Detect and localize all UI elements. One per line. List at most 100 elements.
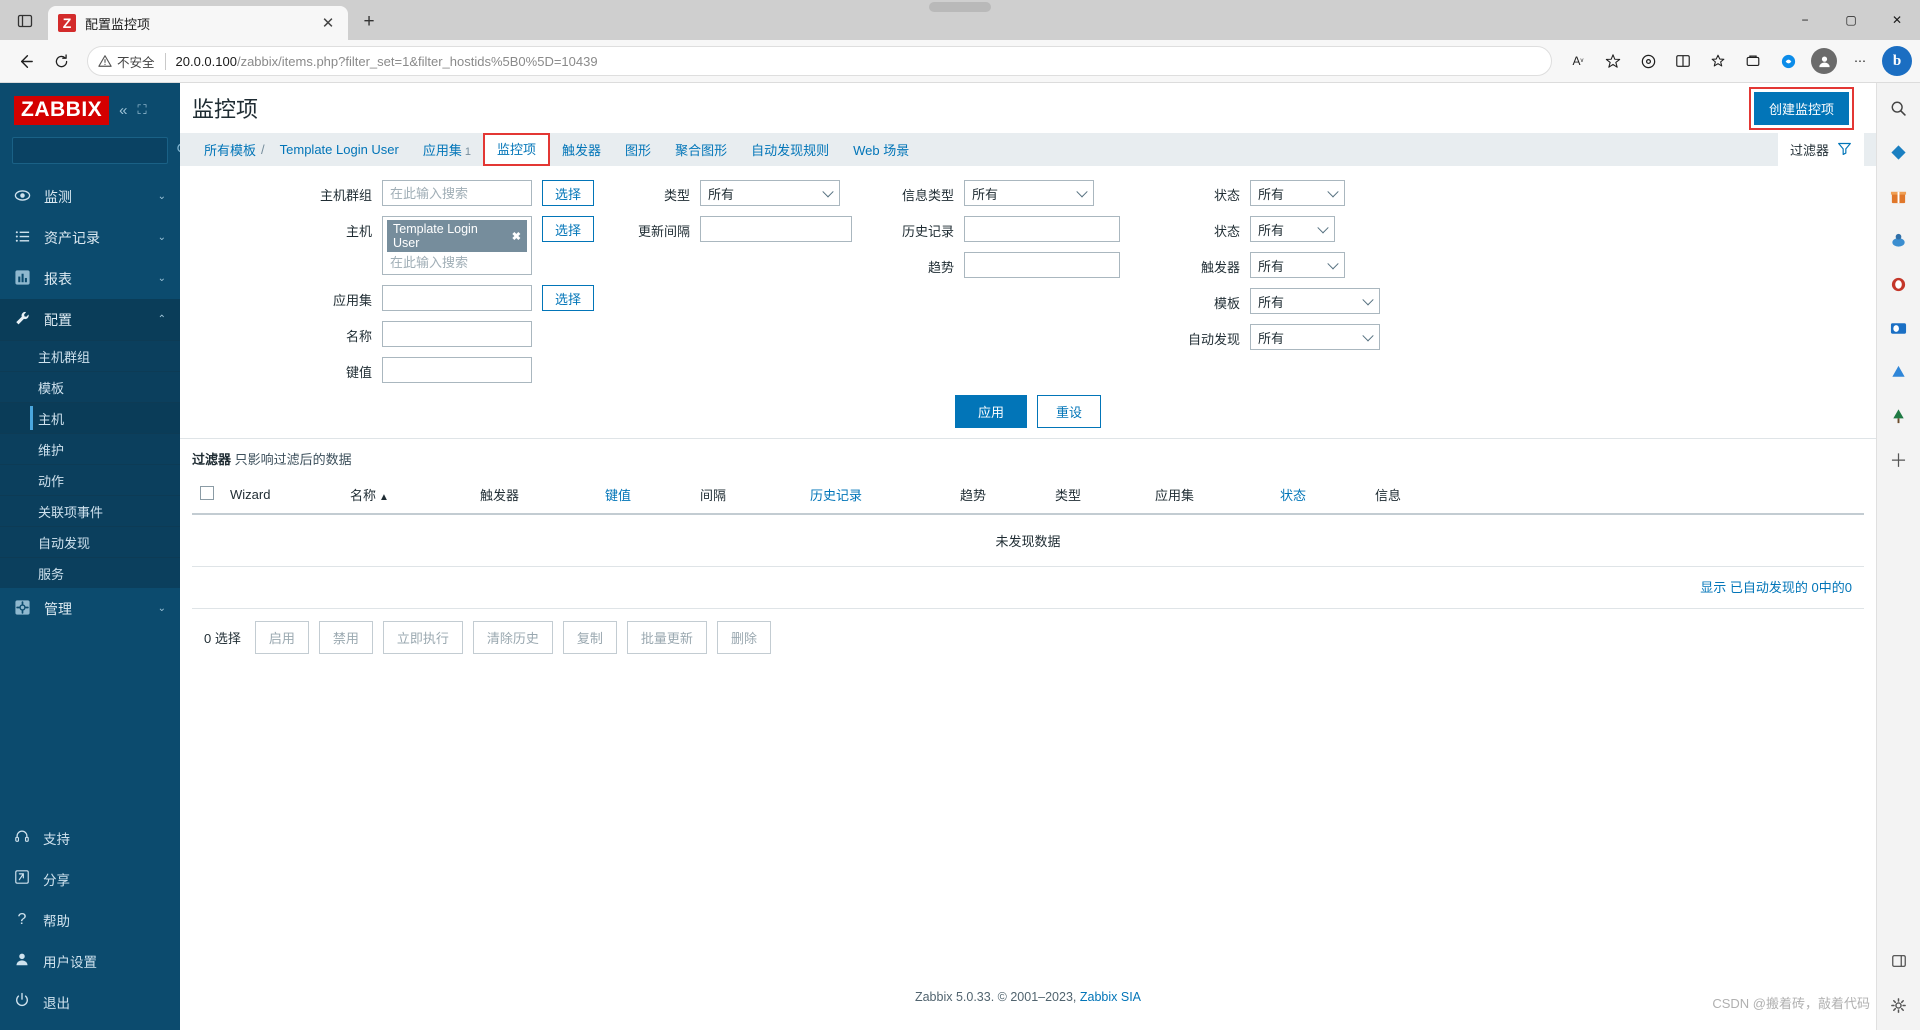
games-icon[interactable] [1884,225,1914,255]
address-bar[interactable]: 不安全 20.0.0.100/zabbix/items.php?filter_s… [87,46,1552,76]
tab-actions-icon[interactable] [8,6,42,36]
select-all-checkbox[interactable] [200,486,214,500]
rail-settings-icon[interactable] [1884,990,1914,1020]
name-input[interactable] [382,321,532,347]
sidebar-subitem-templates[interactable]: 模板 [0,371,180,402]
reset-button[interactable]: 重设 [1037,395,1102,428]
favorite-star-icon[interactable] [1596,44,1630,78]
minimize-icon[interactable]: − [1782,0,1828,40]
copy-button[interactable]: 复制 [562,621,617,654]
back-icon[interactable] [8,44,42,78]
chevron-double-left-icon[interactable]: « [119,102,127,119]
sidebar-item-administration[interactable]: 管理 ⌄ [0,588,180,629]
sidebar-search[interactable] [12,137,189,164]
extensions-icon[interactable] [1631,44,1665,78]
tab-graphs[interactable]: 图形 [613,140,663,159]
disable-button[interactable]: 禁用 [318,621,373,654]
search-icon[interactable] [1884,93,1914,123]
host-groups-multiselect[interactable] [382,180,532,206]
profile-avatar[interactable] [1811,48,1837,74]
tab-discovery-rules[interactable]: 自动发现规则 [739,140,841,159]
maximize-icon[interactable]: ▢ [1828,0,1874,40]
breadcrumb-template-name[interactable]: Template Login User [268,142,411,157]
shopping-icon[interactable] [1884,137,1914,167]
sidebar-item-signout[interactable]: 退出 [0,981,180,1022]
sidebar-subitem-services[interactable]: 服务 [0,557,180,588]
delete-button[interactable]: 删除 [716,621,771,654]
expand-icon[interactable]: ⛶ [138,102,147,118]
type-select[interactable]: 所有 [700,180,840,206]
hosts-multiselect[interactable]: Template Login User ✖ [382,216,532,275]
host-chip[interactable]: Template Login User ✖ [387,220,527,252]
host-groups-select-button[interactable]: 选择 [542,180,594,206]
security-indicator[interactable]: 不安全 [98,52,155,71]
browser-tab[interactable]: Z 配置监控项 ✕ [48,6,348,40]
sidebar-item-user-settings[interactable]: 用户设置 [0,940,180,981]
sidebar-item-monitoring[interactable]: 监测 ⌄ [0,176,180,217]
window-close-icon[interactable]: ✕ [1874,0,1920,40]
settings-more-icon[interactable]: ⋯ [1843,44,1877,78]
execute-now-button[interactable]: 立即执行 [382,621,463,654]
split-pane-icon[interactable] [1884,946,1914,976]
applications-select-button[interactable]: 选择 [542,285,594,311]
bing-icon[interactable]: b [1882,46,1912,76]
sidebar-subitem-discovery[interactable]: 自动发现 [0,526,180,557]
column-history[interactable]: 历史记录 [802,476,952,515]
drop-icon[interactable] [1884,357,1914,387]
column-status[interactable]: 状态 [1272,476,1367,515]
enable-button[interactable]: 启用 [254,621,309,654]
zabbix-logo[interactable]: ZABBIX [14,95,110,125]
office-icon[interactable] [1884,269,1914,299]
search-input[interactable] [21,143,176,158]
triggers-select[interactable]: 所有 [1250,252,1345,278]
breadcrumb-all-templates[interactable]: 所有模板 [192,140,258,159]
collections-icon[interactable] [1701,44,1735,78]
sidebar-subitem-event-correlation[interactable]: 关联项事件 [0,495,180,526]
sidebar-item-support[interactable]: 支持 [0,817,180,858]
filter-tab[interactable]: 过滤器 [1777,133,1864,166]
hosts-input[interactable] [387,253,527,272]
window-drag-handle[interactable] [929,2,991,12]
footer-link[interactable]: Zabbix SIA [1080,990,1141,1004]
mass-update-button[interactable]: 批量更新 [626,621,707,654]
new-tab-button[interactable]: + [354,7,384,37]
sidebar-item-share[interactable]: 分享 [0,858,180,899]
read-aloud-icon[interactable]: Aᵛ [1561,44,1595,78]
create-item-button[interactable]: 创建监控项 [1753,91,1849,125]
sidebar-subitem-hosts[interactable]: 主机 [0,402,180,433]
sidebar-subitem-actions[interactable]: 动作 [0,464,180,495]
reload-icon[interactable] [44,44,78,78]
key-input[interactable] [382,357,532,383]
column-name[interactable]: 名称 ▲ [342,476,472,515]
templated-select[interactable]: 所有 [1250,288,1380,314]
sidebar-item-reports[interactable]: 报表 ⌄ [0,258,180,299]
clear-history-button[interactable]: 清除历史 [472,621,553,654]
tab-items[interactable]: 监控项 [485,135,549,164]
edge-copilot-icon[interactable] [1771,44,1805,78]
chip-remove-icon[interactable]: ✖ [512,230,521,243]
sidebar-subitem-host-groups[interactable]: 主机群组 [0,340,180,371]
history-input[interactable] [964,216,1120,242]
trends-input[interactable] [964,252,1120,278]
apply-button[interactable]: 应用 [954,395,1027,428]
close-icon[interactable]: ✕ [318,13,338,33]
sidebar-item-configuration[interactable]: 配置 ⌃ [0,299,180,340]
sidebar-subitem-maintenance[interactable]: 维护 [0,433,180,464]
value-type-select[interactable]: 所有 [964,180,1094,206]
discovery-select[interactable]: 所有 [1250,324,1380,350]
tab-triggers[interactable]: 触发器 [550,140,613,159]
tab-web-scenarios[interactable]: Web 场景 [841,140,921,159]
sidebar-item-inventory[interactable]: 资产记录 ⌄ [0,217,180,258]
tab-screens[interactable]: 聚合图形 [663,140,739,159]
column-key[interactable]: 键值 [597,476,692,515]
applications-input[interactable] [382,285,532,311]
hosts-select-button[interactable]: 选择 [542,216,594,242]
tab-applications[interactable]: 应用集 1 [411,140,483,159]
outlook-icon[interactable] [1884,313,1914,343]
browser-essentials-icon[interactable] [1736,44,1770,78]
add-icon[interactable]: ＋ [1884,445,1914,475]
status-select[interactable]: 所有 [1250,216,1335,242]
state-select[interactable]: 所有 [1250,180,1345,206]
split-screen-icon[interactable] [1666,44,1700,78]
update-interval-input[interactable] [700,216,852,242]
